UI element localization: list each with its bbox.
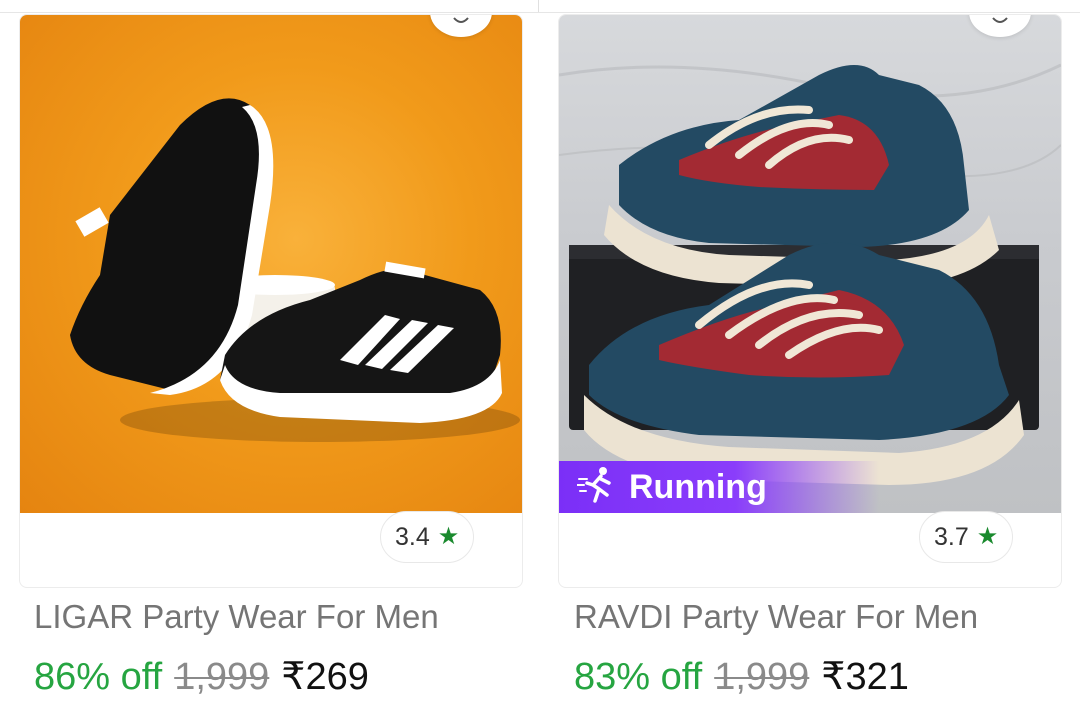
top-divider <box>0 0 1080 13</box>
product-title[interactable]: LIGAR Party Wear For Men <box>34 598 439 636</box>
product-image[interactable]: Running <box>559 15 1061 513</box>
star-icon: ★ <box>437 523 460 550</box>
badge-label: Running <box>629 467 767 506</box>
product-title[interactable]: RAVDI Party Wear For Men <box>574 598 978 636</box>
heart-outline-icon <box>991 15 1009 31</box>
star-icon: ★ <box>976 523 999 550</box>
selling-price: ₹269 <box>281 656 369 698</box>
product-image[interactable] <box>20 15 522 513</box>
rating-badge: 3.7 ★ <box>919 511 1014 563</box>
rating-value: 3.7 <box>934 522 969 551</box>
product-card-2[interactable]: Running 3.7 ★ <box>558 14 1062 588</box>
original-price: 1,999 <box>174 656 270 698</box>
category-badge: Running <box>559 461 879 513</box>
chunky-sneakers-image <box>559 63 1061 485</box>
product-card-1[interactable]: 3.4 ★ <box>19 14 523 588</box>
column-separator <box>538 0 539 12</box>
black-sneakers-image <box>70 98 520 442</box>
discount-text: 83% off <box>574 656 703 698</box>
rating-badge: 3.4 ★ <box>380 511 475 563</box>
heart-outline-icon <box>452 15 470 31</box>
original-price: 1,999 <box>714 656 810 698</box>
runner-icon <box>576 465 617 510</box>
discount-text: 86% off <box>34 656 163 698</box>
selling-price: ₹321 <box>821 656 909 698</box>
rating-value: 3.4 <box>395 522 430 551</box>
price-row: 83% off 1,999 ₹321 <box>574 654 909 699</box>
price-row: 86% off 1,999 ₹269 <box>34 654 369 699</box>
